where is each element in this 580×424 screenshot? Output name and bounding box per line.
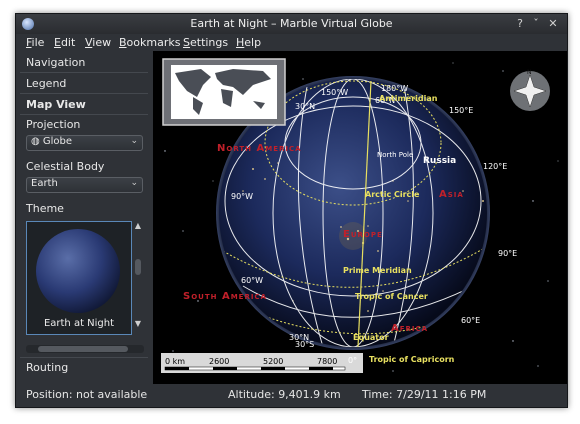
theme-item-label: Earth at Night — [43, 318, 115, 329]
theme-scrollbar[interactable]: ▲ ▼ — [133, 221, 143, 336]
menu-help-label: elp — [244, 36, 262, 49]
theme-label: Theme — [26, 202, 64, 215]
continent-label: South America — [183, 291, 267, 302]
menu-view[interactable]: View — [85, 36, 111, 49]
scroll-thumb[interactable] — [38, 346, 128, 352]
meridian-label: 150°E — [449, 106, 473, 115]
projection-label: Projection — [26, 118, 81, 131]
line-label: Arctic Circle — [365, 190, 420, 199]
horizontal-scrollbar[interactable] — [26, 345, 144, 353]
section-map-view[interactable]: Map View — [26, 98, 86, 111]
section-legend[interactable]: Legend — [26, 77, 66, 90]
chevron-down-icon: ⌄ — [130, 136, 138, 146]
overview-map[interactable] — [162, 58, 286, 126]
scale-tick-label: 0 km — [165, 357, 185, 366]
help-icon[interactable]: ? — [513, 17, 527, 31]
menu-edit[interactable]: Edit — [54, 36, 75, 49]
map-view[interactable]: 180°W 150°W 150°E 120°E 90°E 60°E 90°W 6… — [153, 51, 567, 384]
celestial-body-label: Celestial Body — [26, 160, 105, 173]
globe-canvas[interactable]: 180°W 150°W 150°E 120°E 90°E 60°E 90°W 6… — [153, 51, 567, 384]
minimize-icon[interactable]: ˇ — [529, 17, 543, 31]
celestial-body-select[interactable]: Earth ⌄ — [26, 177, 143, 193]
scale-tick-label: 2600 — [209, 357, 229, 366]
menu-bookmarks-label: ookmarks — [126, 36, 181, 49]
continent-label: Africa — [391, 323, 428, 334]
menu-bookmarks[interactable]: Bookmarks — [119, 36, 180, 49]
meridian-label: 180°W — [381, 84, 408, 93]
projection-value: Globe — [42, 136, 73, 147]
menu-edit-label: dit — [60, 36, 76, 49]
menu-settings-mnemonic: S — [183, 36, 190, 49]
meridian-label: 90°E — [498, 249, 517, 258]
celestial-body-value: Earth — [31, 178, 58, 189]
continent-label: North America — [217, 143, 302, 154]
line-label: Equator — [353, 333, 389, 342]
menu-bookmarks-mnemonic: B — [119, 36, 127, 49]
line-label: Prime Meridian — [343, 266, 412, 275]
chevron-down-icon: ⌄ — [130, 178, 138, 188]
theme-thumbnail — [36, 229, 120, 313]
app-window: Earth at Night – Marble Virtual Globe ? … — [15, 13, 568, 408]
meridian-label: 60°W — [241, 276, 263, 285]
scroll-thumb[interactable] — [135, 259, 141, 275]
place-label: Russia — [423, 156, 456, 166]
meridian-label: 90°W — [231, 192, 253, 201]
svg-text:N: N — [527, 69, 532, 76]
section-navigation[interactable]: Navigation — [26, 56, 85, 69]
latitude-label: 30°S — [295, 340, 314, 349]
meridian-label: 120°E — [483, 162, 507, 171]
menu-file[interactable]: File — [26, 36, 44, 49]
projection-select[interactable]: ◍ Globe ⌄ — [26, 135, 143, 151]
menu-settings[interactable]: Settings — [183, 36, 228, 49]
menu-settings-label: ettings — [189, 36, 229, 49]
scroll-up-icon[interactable]: ▲ — [133, 221, 143, 230]
continent-label: Asia — [439, 189, 464, 200]
divider — [20, 93, 148, 94]
theme-item-earth-at-night[interactable]: Earth at Night — [26, 221, 132, 335]
continent-label: Europe — [343, 229, 383, 240]
globe-icon: ◍ — [31, 136, 43, 147]
line-label: Tropic of Cancer — [355, 292, 428, 301]
sidebar: Navigation Legend Map View Projection ◍ … — [16, 51, 151, 384]
scale-tick-label: 7800 — [317, 357, 337, 366]
position-status: Position: not available — [26, 388, 148, 401]
altitude-status: Altitude: 9,401.9 km — [228, 388, 341, 401]
compass-icon[interactable]: N — [510, 69, 550, 111]
time-status: Time: 7/29/11 1:16 PM — [362, 388, 487, 401]
menu-file-label: ile — [31, 36, 45, 49]
scale-bar: 0 km 2600 5200 7800 — [161, 353, 363, 373]
place-label: North Pole — [377, 151, 413, 159]
scroll-down-icon[interactable]: ▼ — [133, 319, 143, 328]
menu-bar: File Edit View Bookmarks Settings Help — [16, 34, 567, 51]
window-title: Earth at Night – Marble Virtual Globe — [190, 17, 393, 30]
close-icon[interactable]: ✕ — [546, 17, 560, 31]
latitude-label: 30°N — [295, 102, 315, 111]
meridian-label: 150°W — [321, 88, 348, 97]
scale-tick-label: 5200 — [263, 357, 283, 366]
divider — [20, 72, 148, 73]
meridian-label: 60°E — [461, 316, 480, 325]
line-label: Tropic of Capricorn — [369, 355, 455, 364]
menu-edit-mnemonic: E — [54, 36, 61, 49]
divider — [20, 357, 148, 358]
line-label: Antimeridian — [379, 94, 438, 103]
title-bar[interactable]: Earth at Night – Marble Virtual Globe ? … — [16, 14, 567, 34]
menu-view-label: iew — [92, 36, 112, 49]
status-bar: Position: not available Altitude: 9,401.… — [16, 384, 567, 407]
section-routing[interactable]: Routing — [26, 361, 68, 374]
divider — [20, 114, 148, 115]
menu-help[interactable]: Help — [236, 36, 261, 49]
